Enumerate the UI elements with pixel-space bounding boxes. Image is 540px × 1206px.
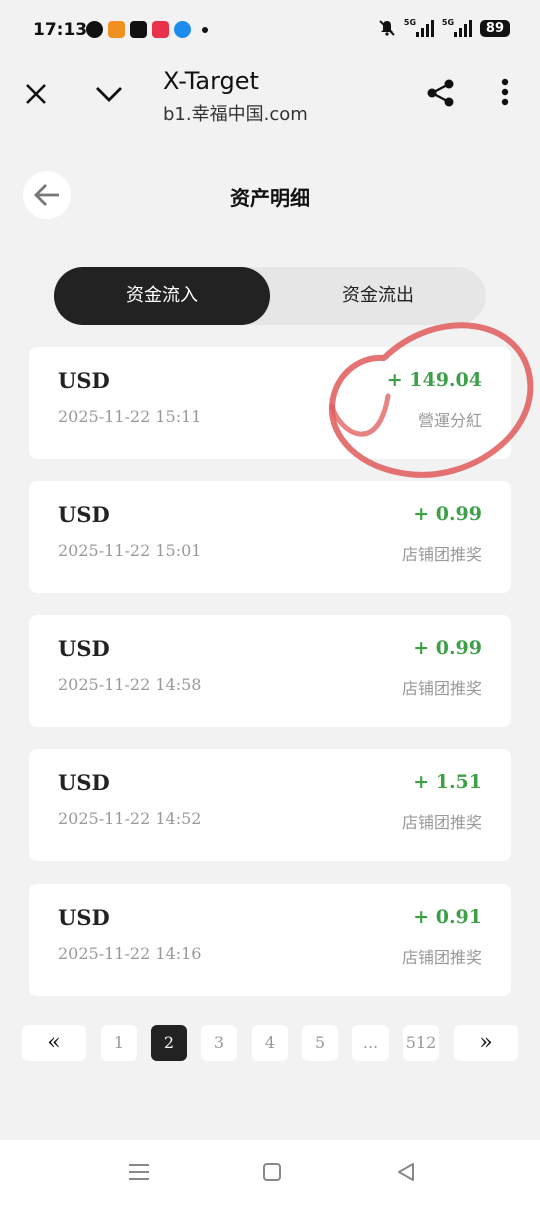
chevron-down-icon[interactable] [94,84,124,104]
page-button-4[interactable]: 4 [252,1025,288,1061]
more-icon[interactable] [500,78,510,108]
transaction-currency: USD [58,636,110,661]
signal-icon-1: 5G [404,18,434,37]
system-nav-bar [0,1140,540,1206]
page-header: 资产明细 [0,160,540,230]
transaction-currency: USD [58,368,110,393]
transaction-currency: USD [58,905,110,930]
tiktok-app-icon [130,21,147,38]
home-icon[interactable] [262,1162,282,1182]
status-time: 17:13 [33,20,88,40]
page-button-3[interactable]: 3 [201,1025,237,1061]
transaction-amount: + 0.99 [413,503,482,525]
transaction-amount: + 0.99 [413,637,482,659]
battery-icon: 89 [479,19,510,37]
transaction-date: 2025-11-22 15:01 [58,541,202,560]
transaction-date: 2025-11-22 15:11 [58,407,202,426]
page-button-5[interactable]: 5 [302,1025,338,1061]
transaction-amount: + 0.91 [413,906,482,928]
browser-url[interactable]: b1.幸福中国.com [163,100,308,126]
page-button-1[interactable]: 1 [101,1025,137,1061]
page-button-2[interactable]: 2 [151,1025,187,1061]
tab-inflow[interactable]: 资金流入 [54,267,270,325]
page-title: 资产明细 [230,186,310,210]
transaction-type: 店铺团推奖 [401,679,482,698]
signal-icon-2: 5G [442,18,472,37]
transaction-type: 店铺团推奖 [401,545,482,564]
transaction-amount: + 1.51 [413,771,482,793]
transaction-date: 2025-11-22 14:58 [58,675,202,694]
share-icon[interactable] [426,78,456,108]
first-page-button[interactable]: « [22,1025,86,1061]
red-circle-annotation [328,322,534,478]
recents-menu-icon[interactable] [128,1162,150,1182]
mute-bell-icon [379,20,395,36]
transaction-date: 2025-11-22 14:52 [58,809,202,828]
page-button-512[interactable]: 512 [403,1025,439,1061]
transaction-currency: USD [58,770,110,795]
transaction-type: 店铺团推奖 [401,813,482,832]
browser-title: X-Target [163,67,259,95]
status-bar: 17:13 5G 5G 89 [0,0,540,56]
transaction-card: USD 2025-11-22 14:52 + 1.51 店铺团推奖 [29,749,511,861]
transaction-card: USD 2025-11-22 14:58 + 0.99 店铺团推奖 [29,615,511,727]
transaction-type: 店铺团推奖 [401,948,482,967]
more-notifications-dot [202,26,208,33]
red-app-icon [152,21,169,38]
last-page-button[interactable]: » [454,1025,518,1061]
transaction-card: USD 2025-11-22 15:01 + 0.99 店铺团推奖 [29,481,511,593]
back-nav-icon[interactable] [396,1162,416,1182]
page-ellipsis: ... [352,1025,389,1061]
chat-app-icon [86,21,103,38]
shopping-app-icon [108,21,125,38]
transaction-card: USD 2025-11-22 14:16 + 0.91 店铺团推奖 [29,884,511,996]
transaction-currency: USD [58,502,110,527]
browser-toolbar: X-Target b1.幸福中国.com [0,56,540,132]
blue-app-icon [174,21,191,38]
notification-icons [86,21,208,38]
transaction-date: 2025-11-22 14:16 [58,944,202,963]
pagination: « 1 2 3 4 5 ... 512 » [0,1025,540,1061]
close-icon[interactable] [24,82,48,106]
